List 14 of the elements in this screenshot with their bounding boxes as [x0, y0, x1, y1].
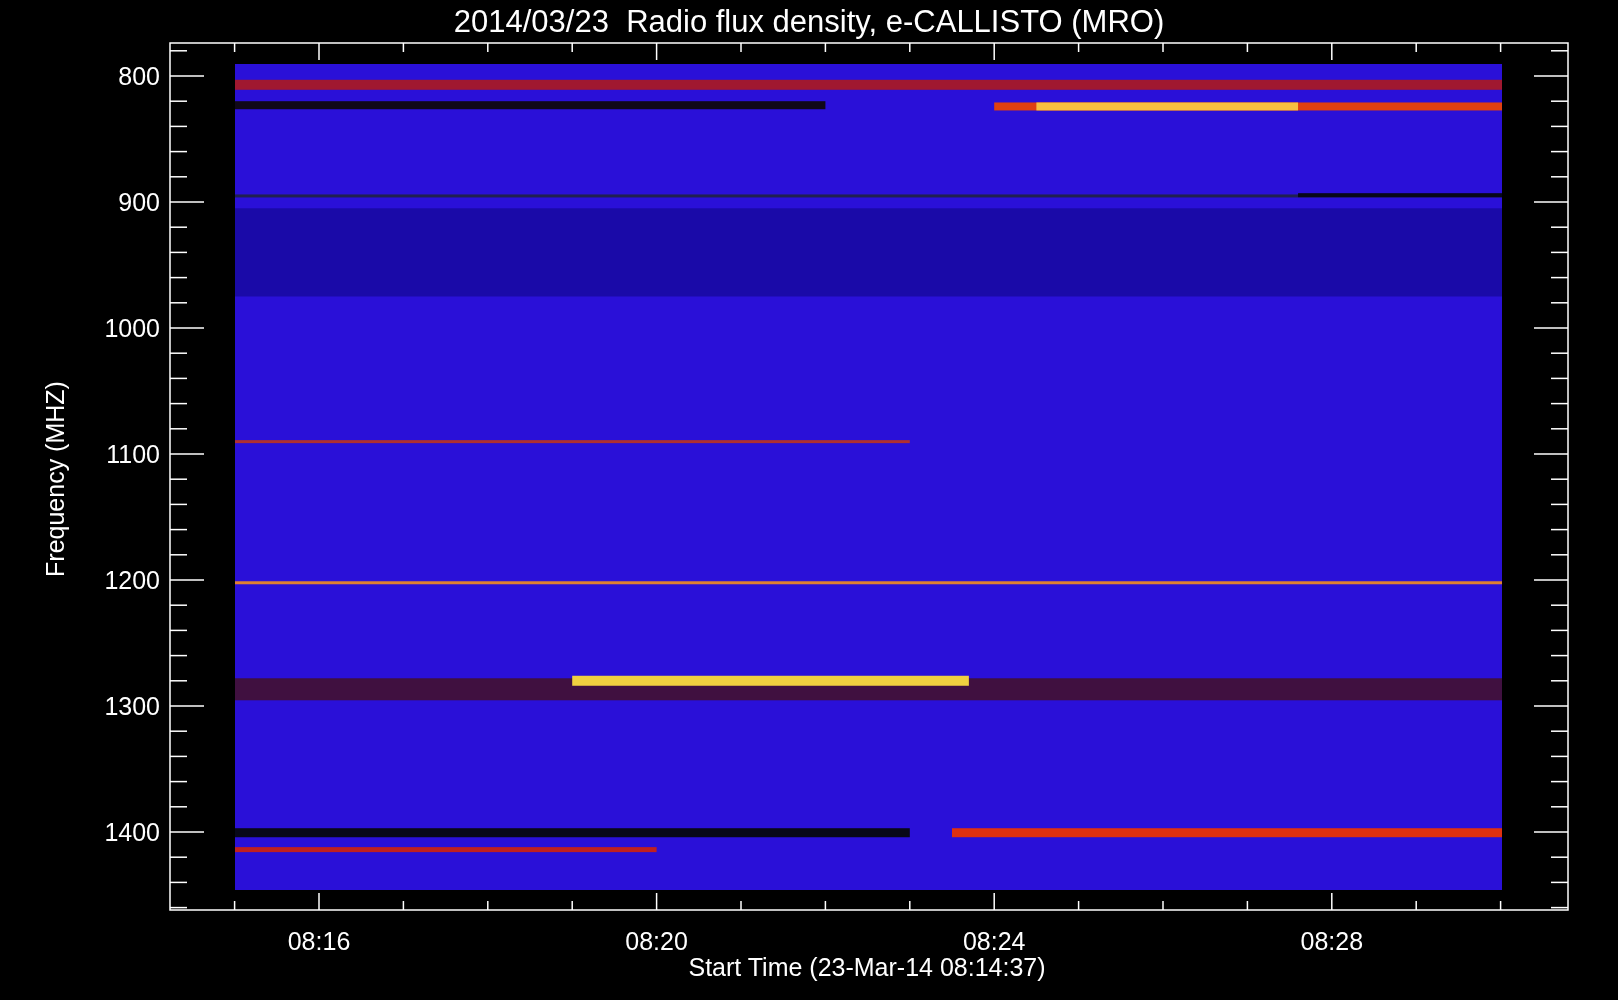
y-tick-label: 1200	[104, 566, 160, 594]
y-tick-label: 1400	[104, 818, 160, 846]
x-tick-label: 08:20	[625, 927, 688, 955]
y-tick-label: 900	[118, 188, 160, 216]
y-tick-label: 1100	[106, 440, 160, 468]
x-tick-label: 08:24	[962, 927, 1026, 955]
y-tick-label: 1300	[104, 692, 160, 720]
y-tick-label: 1000	[104, 314, 160, 342]
x-tick-label: 08:16	[287, 927, 351, 955]
x-tick-label: 08:28	[1300, 927, 1364, 955]
y-tick-label: 800	[118, 62, 160, 90]
chart-title: 2014/03/23 Radio flux density, e-CALLISTO (MRO)	[453, 4, 1165, 39]
y-axis-title: Frequency (MHZ)	[41, 381, 69, 577]
x-axis-title: Start Time (23-Mar-14 08:14:37)	[688, 953, 1046, 981]
